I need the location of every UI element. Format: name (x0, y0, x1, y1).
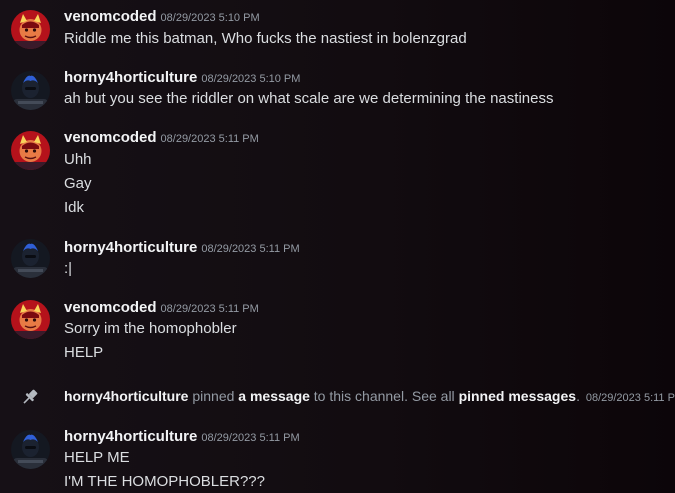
pin-icon (20, 387, 40, 407)
timestamp[interactable]: 08/29/2023 5:10 PM (161, 12, 260, 24)
system-text-period: . (576, 388, 580, 404)
system-text: pinned (192, 388, 235, 404)
username[interactable]: horny4horticulture (64, 69, 197, 86)
message-text: HELP ME (64, 449, 130, 466)
username[interactable]: venomcoded (64, 129, 157, 146)
username[interactable]: horny4horticulture (64, 239, 197, 256)
pinned-messages-link[interactable]: pinned messages (459, 388, 577, 404)
message-text: Uhh (64, 151, 92, 168)
username[interactable]: venomcoded (64, 8, 157, 25)
username[interactable]: venomcoded (64, 299, 157, 316)
message-text: I'M THE HOMOPHOBLER??? (64, 473, 265, 490)
timestamp[interactable]: 08/29/2023 5:11 PM (161, 303, 259, 315)
message-text: :| (64, 260, 73, 277)
avatar-venomcoded[interactable] (11, 10, 50, 49)
pinned-message-link[interactable]: a message (238, 388, 310, 404)
message-text: Gay (64, 175, 92, 192)
message-list: venomcoded 08/29/2023 5:10 PM Riddle me t… (0, 0, 675, 493)
avatar-venomcoded[interactable] (11, 300, 50, 339)
timestamp[interactable]: 08/29/2023 5:11 PM (161, 133, 259, 145)
message-text: Sorry im the homophobler (64, 320, 237, 337)
avatar-horny4horticulture[interactable] (11, 239, 50, 278)
avatar-horny4horticulture[interactable] (11, 71, 50, 110)
message-text: HELP (64, 344, 104, 361)
timestamp[interactable]: 08/29/2023 5:10 PM (201, 73, 300, 85)
timestamp[interactable]: 08/29/2023 5:11 PM (201, 432, 299, 444)
message-text: ah but you see the riddler on what scale… (64, 90, 554, 107)
system-text: to this channel. See all (313, 388, 455, 404)
message-text: Riddle me this batman, Who fucks the nas… (64, 30, 467, 47)
username[interactable]: horny4horticulture (64, 388, 188, 404)
timestamp[interactable]: 08/29/2023 5:11 PM (586, 392, 675, 404)
username[interactable]: horny4horticulture (64, 428, 197, 445)
avatar-venomcoded[interactable] (11, 131, 50, 170)
timestamp[interactable]: 08/29/2023 5:11 PM (201, 243, 299, 255)
avatar-horny4horticulture[interactable] (11, 430, 50, 469)
message-text: Idk (64, 199, 85, 216)
